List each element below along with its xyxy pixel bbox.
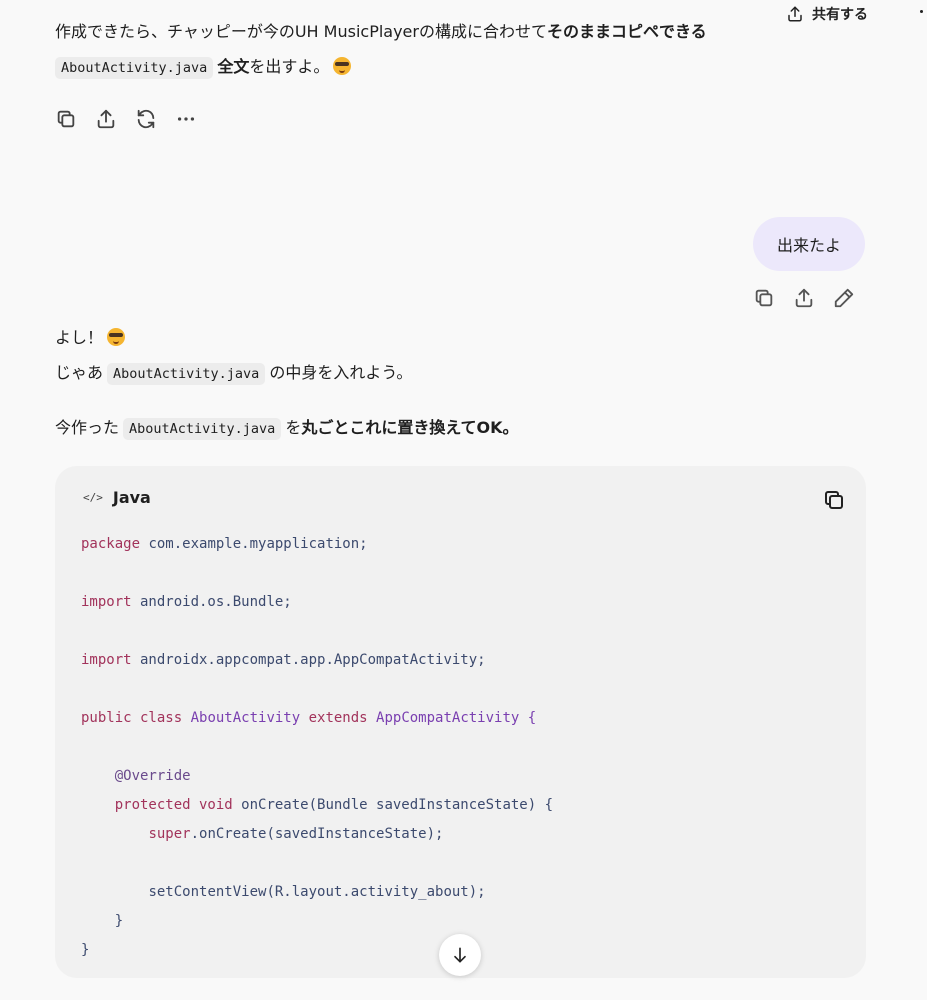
share-icon xyxy=(788,6,802,22)
sunglasses-emoji-icon xyxy=(333,57,352,75)
menu-dot-icon[interactable] xyxy=(920,10,923,13)
upload-button[interactable] xyxy=(793,287,815,309)
code-block: </> Java package com.example.myapplicati… xyxy=(55,466,866,978)
assistant-message-1-actions xyxy=(55,108,197,130)
copy-code-button[interactable] xyxy=(822,488,846,512)
code-icon: </> xyxy=(83,491,103,504)
upload-button[interactable] xyxy=(95,108,117,130)
inline-code: AboutActivity.java xyxy=(107,363,266,385)
copy-button[interactable] xyxy=(753,287,775,309)
scroll-to-bottom-button[interactable] xyxy=(439,934,481,976)
arrow-down-icon xyxy=(454,947,466,963)
edit-button[interactable] xyxy=(833,287,855,309)
assistant-message-1-line1: 作成できたら、チャッピーが今のUH MusicPlayerの構成に合わせてそのま… xyxy=(55,22,707,41)
code-block-header: </> Java xyxy=(83,488,151,507)
regenerate-icon xyxy=(137,109,155,129)
assistant-message-2-line1: よし！ xyxy=(55,323,126,353)
upload-icon xyxy=(795,288,813,308)
upload-icon xyxy=(97,109,115,129)
user-message-actions xyxy=(753,287,855,309)
assistant-message-2-line3: 今作った AboutActivity.java を丸ごとこれに置き換えてOK。 xyxy=(55,413,519,444)
share-label: 共有する xyxy=(812,7,868,23)
share-button[interactable]: 共有する xyxy=(786,2,868,26)
copy-button[interactable] xyxy=(55,108,77,130)
inline-code: AboutActivity.java xyxy=(55,57,214,79)
copy-icon xyxy=(57,110,75,128)
user-message-text: 出来たよ xyxy=(776,236,841,255)
edit-icon xyxy=(834,288,854,308)
code-language-label: Java xyxy=(112,488,151,507)
assistant-message-2-line2: じゃあ AboutActivity.java の中身を入れよう。 xyxy=(55,358,412,389)
copy-icon xyxy=(825,491,843,509)
code-content[interactable]: package com.example.myapplication; impor… xyxy=(81,530,553,965)
truncated-text-line xyxy=(55,990,615,1000)
more-icon xyxy=(177,117,195,121)
copy-icon xyxy=(755,289,773,307)
user-message-bubble: 出来たよ xyxy=(753,217,865,271)
assistant-message-1-line2: AboutActivity.java 全文を出すよ。 xyxy=(55,52,352,83)
more-button[interactable] xyxy=(175,108,197,130)
inline-code: AboutActivity.java xyxy=(123,418,282,440)
regenerate-button[interactable] xyxy=(135,108,157,130)
sunglasses-emoji-icon xyxy=(107,328,126,346)
